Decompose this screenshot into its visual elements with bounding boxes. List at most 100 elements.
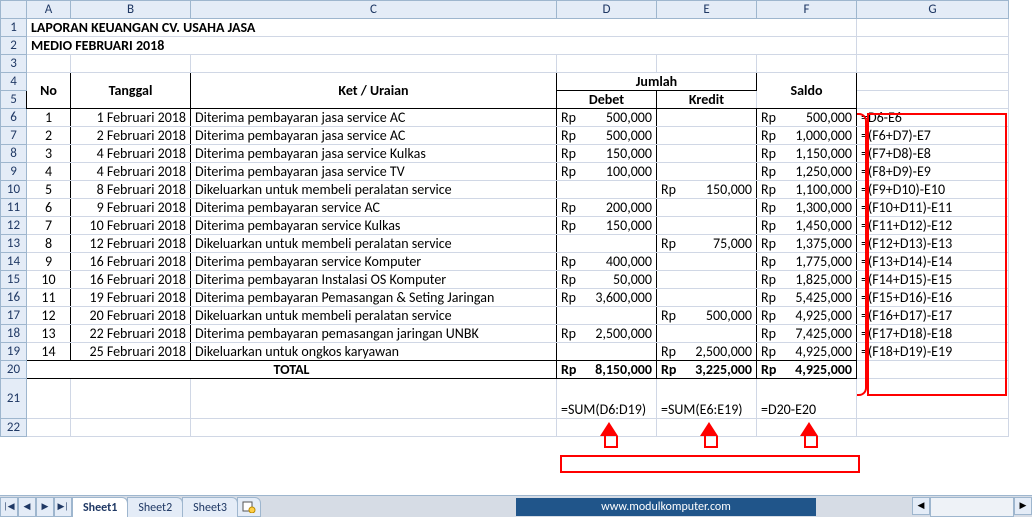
cell[interactable] [191, 419, 557, 437]
cell-ket[interactable]: Diterima pembayaran jasa service TV [191, 163, 557, 181]
cell[interactable] [27, 419, 71, 437]
cell-ket[interactable]: Dikeluarkan untuk membeli peralatan serv… [191, 181, 557, 199]
col-header-D[interactable]: D [557, 1, 657, 19]
cell-saldo[interactable]: Rp1,825,000 [757, 271, 857, 289]
cell-kredit[interactable]: Rp75,000 [657, 235, 757, 253]
cell-no[interactable]: 3 [27, 145, 71, 163]
row-header-14[interactable]: 14 [1, 253, 27, 271]
cell[interactable] [71, 379, 191, 419]
cell-kredit[interactable]: Rp150,000 [657, 181, 757, 199]
cell-kredit[interactable] [657, 199, 757, 217]
cell[interactable] [857, 37, 1009, 55]
cell-no[interactable]: 11 [27, 289, 71, 307]
cell-saldo[interactable]: Rp1,150,000 [757, 145, 857, 163]
cell[interactable] [857, 91, 1009, 109]
scroll-right-button[interactable]: ▶ [1014, 497, 1032, 515]
cell[interactable] [191, 379, 557, 419]
cell[interactable] [71, 419, 191, 437]
hdr-tanggal[interactable]: Tanggal [71, 73, 191, 109]
col-header-F[interactable]: F [757, 1, 857, 19]
cell-saldo[interactable]: Rp5,425,000 [757, 289, 857, 307]
row-header-11[interactable]: 11 [1, 199, 27, 217]
row-header-10[interactable]: 10 [1, 181, 27, 199]
cell-no[interactable]: 4 [27, 163, 71, 181]
cell[interactable] [757, 419, 857, 437]
cell-kredit[interactable] [657, 325, 757, 343]
cell-debet[interactable]: Rp100,000 [557, 163, 657, 181]
cell-tanggal[interactable]: 2 Februari 2018 [71, 127, 191, 145]
new-sheet-button[interactable] [237, 497, 261, 517]
col-header-E[interactable]: E [657, 1, 757, 19]
cell-saldo[interactable]: Rp7,425,000 [757, 325, 857, 343]
scroll-left-button[interactable]: ◀ [912, 497, 930, 515]
cell-tanggal[interactable]: 4 Februari 2018 [71, 163, 191, 181]
cell-debet[interactable] [557, 307, 657, 325]
row-header-16[interactable]: 16 [1, 289, 27, 307]
cell-tanggal[interactable]: 8 Februari 2018 [71, 181, 191, 199]
cell-tanggal[interactable]: 16 Februari 2018 [71, 253, 191, 271]
cell-saldo[interactable]: Rp1,250,000 [757, 163, 857, 181]
hdr-ket[interactable]: Ket / Uraian [191, 73, 557, 109]
hdr-no[interactable]: No [27, 73, 71, 109]
cell[interactable] [657, 55, 757, 73]
cell-ket[interactable]: Diterima pembayaran jasa service Kulkas [191, 145, 557, 163]
cell[interactable] [657, 419, 757, 437]
cell-tanggal[interactable]: 12 Februari 2018 [71, 235, 191, 253]
hdr-kredit[interactable]: Kredit [657, 91, 757, 109]
cell-saldo[interactable]: Rp4,925,000 [757, 343, 857, 361]
cell-kredit[interactable] [657, 271, 757, 289]
cell-no[interactable]: 9 [27, 253, 71, 271]
cell-ket[interactable]: Diterima pembayaran pemasangan jaringan … [191, 325, 557, 343]
cell-debet[interactable]: Rp50,000 [557, 271, 657, 289]
cell-ket[interactable]: Diterima pembayaran service AC [191, 199, 557, 217]
hdr-jumlah[interactable]: Jumlah [557, 73, 757, 91]
cell-saldo[interactable]: Rp1,375,000 [757, 235, 857, 253]
cell-kredit[interactable] [657, 109, 757, 127]
cell[interactable] [757, 55, 857, 73]
hdr-saldo[interactable]: Saldo [757, 73, 857, 109]
cell[interactable] [857, 361, 1009, 379]
cell-ket[interactable]: Dikeluarkan untuk ongkos karyawan [191, 343, 557, 361]
cell-tanggal[interactable]: 22 Februari 2018 [71, 325, 191, 343]
row-header-20[interactable]: 20 [1, 361, 27, 379]
tab-nav-first[interactable]: |◀ [0, 497, 18, 517]
cell-kredit[interactable]: Rp2,500,000 [657, 343, 757, 361]
cell-debet[interactable]: Rp2,500,000 [557, 325, 657, 343]
cell[interactable] [191, 55, 557, 73]
cell-tanggal[interactable]: 1 Februari 2018 [71, 109, 191, 127]
cell-saldo[interactable]: Rp500,000 [757, 109, 857, 127]
hdr-debet[interactable]: Debet [557, 91, 657, 109]
cell-tanggal[interactable]: 19 Februari 2018 [71, 289, 191, 307]
total-label[interactable]: TOTAL [27, 361, 557, 379]
cell-no[interactable]: 6 [27, 199, 71, 217]
row-header-7[interactable]: 7 [1, 127, 27, 145]
cell[interactable] [857, 419, 1009, 437]
row-header-5[interactable]: 5 [1, 91, 27, 109]
row-header-9[interactable]: 9 [1, 163, 27, 181]
page-subtitle[interactable]: MEDIO FEBRUARI 2018 [27, 37, 857, 55]
cell-kredit[interactable] [657, 145, 757, 163]
cell-no[interactable]: 2 [27, 127, 71, 145]
cell-no[interactable]: 10 [27, 271, 71, 289]
cell[interactable] [857, 19, 1009, 37]
cell-kredit[interactable]: Rp500,000 [657, 307, 757, 325]
row-header-2[interactable]: 2 [1, 37, 27, 55]
cell[interactable] [557, 419, 657, 437]
cell-ket[interactable]: Dikeluarkan untuk membeli peralatan serv… [191, 307, 557, 325]
cell-tanggal[interactable]: 9 Februari 2018 [71, 199, 191, 217]
col-header-G[interactable]: G [857, 1, 1009, 19]
row-header-18[interactable]: 18 [1, 325, 27, 343]
cell-saldo[interactable]: Rp1,775,000 [757, 253, 857, 271]
cell-debet[interactable]: Rp500,000 [557, 109, 657, 127]
sheet-tab-3[interactable]: Sheet3 [182, 497, 238, 517]
horizontal-scrollbar[interactable]: ◀ ▶ [912, 497, 1032, 517]
cell[interactable] [857, 379, 1009, 419]
col-header-B[interactable]: B [71, 1, 191, 19]
cell[interactable] [857, 55, 1009, 73]
cell-no[interactable]: 7 [27, 217, 71, 235]
cell-debet[interactable] [557, 181, 657, 199]
row-header-13[interactable]: 13 [1, 235, 27, 253]
cell-ket[interactable]: Diterima pembayaran service Kulkas [191, 217, 557, 235]
cell-tanggal[interactable]: 4 Februari 2018 [71, 145, 191, 163]
total-saldo[interactable]: Rp4,925,000 [757, 361, 857, 379]
